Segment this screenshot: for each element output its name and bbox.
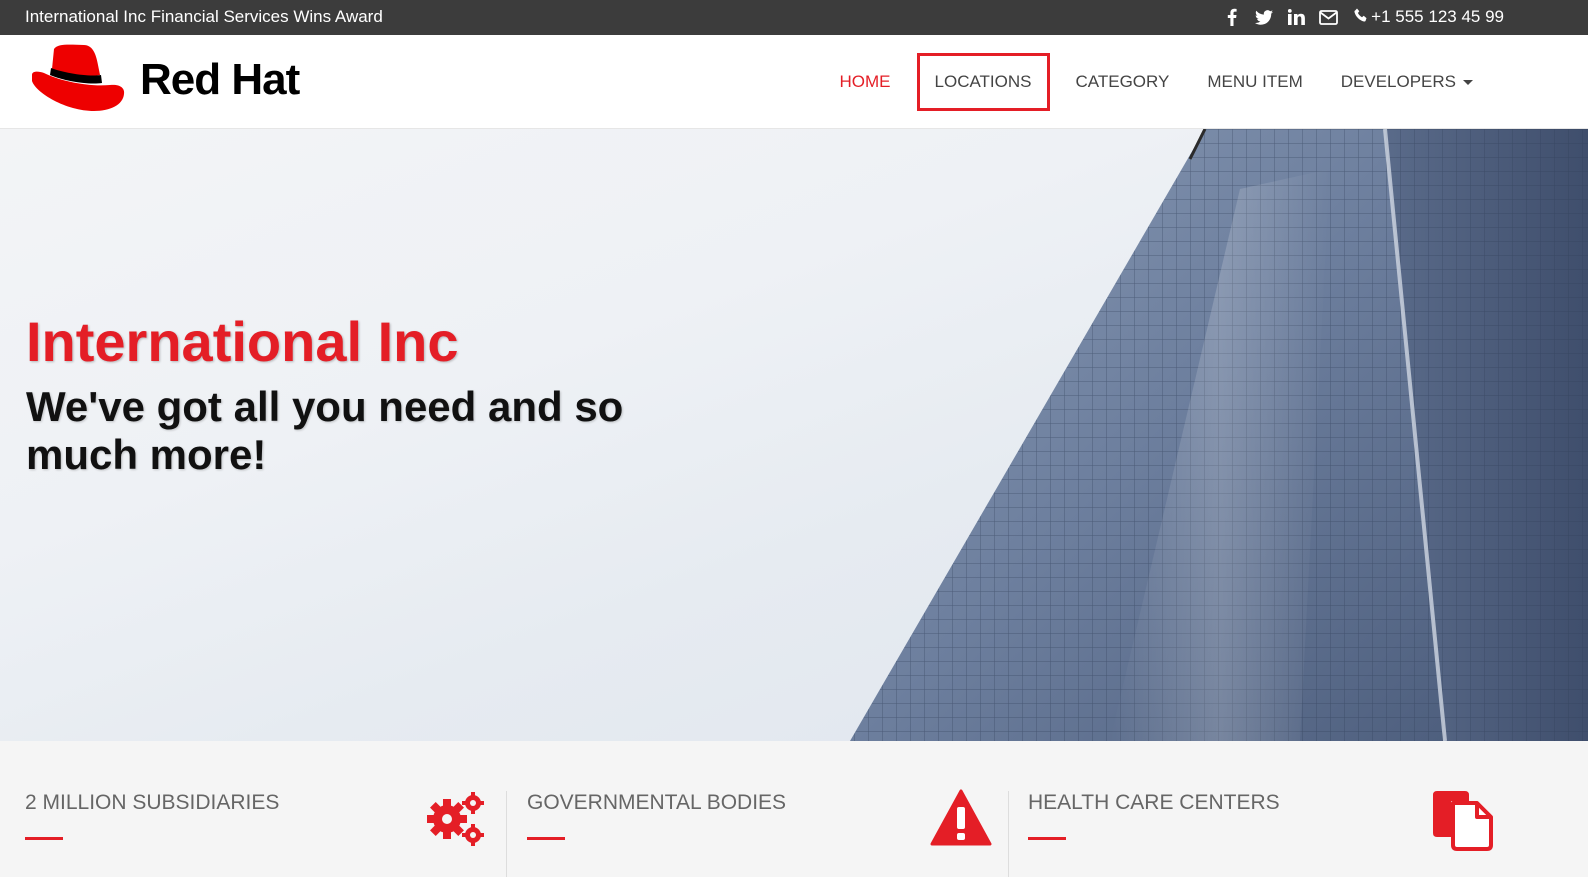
top-bar: International Inc Financial Services Win… <box>0 0 1588 35</box>
feature-title: GOVERNMENTAL BODIES <box>527 791 787 814</box>
phone-contact[interactable]: +1 555 123 45 99 <box>1354 7 1504 27</box>
nav-developers-label: DEVELOPERS <box>1340 72 1456 91</box>
warning-icon <box>930 789 994 851</box>
announcement-text: International Inc Financial Services Win… <box>25 7 383 26</box>
hero-banner: International Inc We've got all you need… <box>0 129 1588 741</box>
feature-title: 2 MILLION SUBSIDIARIES <box>25 791 280 814</box>
envelope-icon[interactable] <box>1318 6 1338 28</box>
feature-health-care: HEALTH CARE CENTERS <box>1003 741 1509 877</box>
logo-text: Red Hat <box>140 54 300 104</box>
nav-home-label: HOME <box>839 72 891 91</box>
nav-category-label: CATEGORY <box>1075 72 1170 91</box>
logo[interactable]: Red Hat <box>30 41 300 118</box>
hero-title: International Inc <box>26 310 459 373</box>
copy-files-icon <box>1431 789 1495 851</box>
nav-locations-label: LOCATIONS <box>934 72 1032 91</box>
feature-title: HEALTH CARE CENTERS <box>1028 791 1280 814</box>
caret-down-icon <box>1463 79 1473 85</box>
nav-home[interactable]: HOME <box>821 53 910 111</box>
site-header: Red Hat HOME LOCATIONS CATEGORY MENU ITE… <box>0 35 1588 129</box>
features-strip: 2 MILLION SUBSIDIARIES GOVERNMENTAL BODI… <box>0 741 1588 877</box>
feature-subsidiaries: 2 MILLION SUBSIDIARIES <box>0 741 507 877</box>
phone-icon <box>1354 7 1368 27</box>
feature-underline <box>527 837 565 840</box>
main-navigation: HOME LOCATIONS CATEGORY MENU ITEM DEVELO… <box>821 35 1492 129</box>
feature-underline <box>25 837 63 840</box>
feature-governmental: GOVERNMENTAL BODIES <box>502 741 1009 877</box>
red-hat-logo-icon <box>30 41 126 118</box>
nav-developers-dropdown[interactable]: DEVELOPERS <box>1322 53 1492 111</box>
nav-menu-item[interactable]: MENU ITEM <box>1188 53 1321 111</box>
hero-subtitle: We've got all you need and so much more! <box>26 383 624 478</box>
linkedin-icon[interactable] <box>1286 6 1306 28</box>
cogs-icon <box>425 789 489 851</box>
feature-underline <box>1028 837 1066 840</box>
phone-number: +1 555 123 45 99 <box>1371 7 1504 26</box>
twitter-icon[interactable] <box>1254 6 1274 28</box>
nav-locations[interactable]: LOCATIONS <box>916 53 1050 111</box>
nav-menu-item-label: MENU ITEM <box>1207 72 1303 91</box>
nav-category[interactable]: CATEGORY <box>1057 53 1189 111</box>
facebook-icon[interactable] <box>1222 6 1242 28</box>
social-links: +1 555 123 45 99 <box>1222 6 1504 28</box>
